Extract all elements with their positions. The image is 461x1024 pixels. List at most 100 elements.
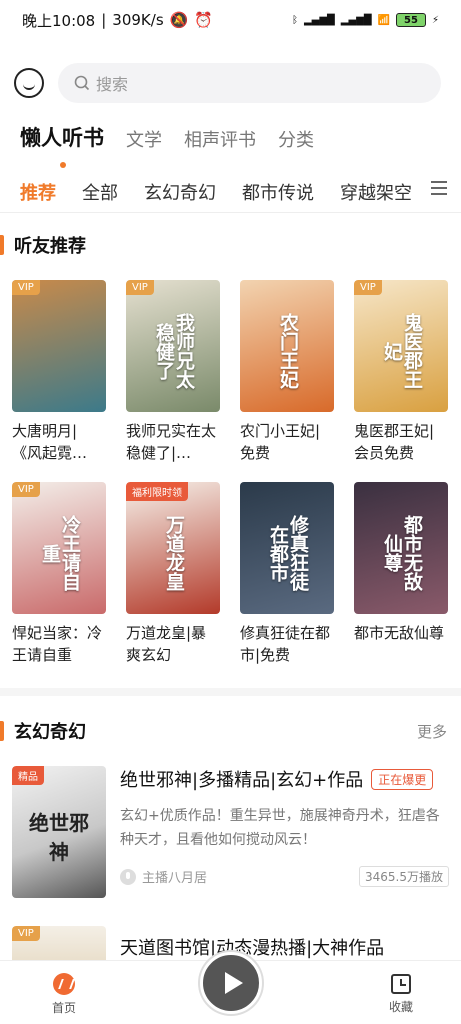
book-title: 修真狂徒在都市|免费 (240, 624, 331, 664)
tab-crosstalk[interactable]: 相声评书 (184, 126, 256, 152)
section-accent-bar (0, 721, 4, 741)
category-tabs: 推荐 全部 玄幻奇幻 都市传说 穿越架空 (20, 172, 461, 212)
promo-badge: 福利限时领 (126, 482, 188, 501)
cat-tab-fantasy[interactable]: 玄幻奇幻 (144, 179, 216, 205)
charging-icon: ⚡ (431, 14, 439, 26)
book-title: 鬼医郡王妃|会员免费 (354, 422, 435, 462)
host-name: 主播八月居 (142, 871, 208, 886)
active-tab-dot (60, 162, 66, 168)
list-item[interactable]: 精品 绝世邪神 绝世邪神|多播精品|玄幻+作品 正在爆更 玄幻+优质作品！重生异… (12, 766, 449, 898)
cover-title-art: 绝世邪神 (29, 811, 89, 864)
search-input[interactable]: 搜索 (58, 63, 441, 103)
bluetooth-icon: ᛒ (291, 14, 298, 26)
tab-lazy-audio[interactable]: 懒人听书 (20, 122, 104, 168)
menu-icon (431, 181, 447, 195)
status-time: 晚上10:08 (22, 11, 96, 30)
book-card[interactable]: VIP 我师兄太稳健了我师兄实在太稳健了|… (126, 280, 220, 464)
cat-tab-recommend[interactable]: 推荐 (20, 179, 56, 205)
book-card[interactable]: 农门王妃农门小王妃|免费 (240, 280, 334, 464)
vip-badge: VIP (12, 280, 40, 295)
home-icon (53, 973, 75, 995)
tab-literature[interactable]: 文学 (126, 126, 162, 152)
cover-title-art: 冷王请自重 (39, 515, 81, 591)
player-button[interactable] (200, 952, 262, 1014)
network-speed: 309K/s (112, 11, 164, 29)
nav-home[interactable]: 首页 (52, 973, 76, 1016)
nav-favorites[interactable]: 收藏 (389, 974, 413, 1015)
book-card[interactable]: 福利限时领万道龙皇万道龙皇|暴爽玄幻 (126, 482, 220, 666)
cover-title-art: 万道龙皇 (162, 515, 185, 591)
book-card[interactable]: VIP 大唐明月|《风起霓… (12, 280, 106, 464)
list-item-meta: 主播八月居 3465.5万播放 (120, 866, 449, 887)
list-item-title: 天道图书馆|动态漫热播|大神作品 (120, 938, 385, 959)
signal-icon: ▂▄▆█ (303, 14, 335, 26)
nav-home-label: 首页 (52, 1001, 77, 1015)
quality-badge: 精品 (12, 766, 44, 785)
search-row: 搜索 (14, 62, 441, 104)
section-divider (0, 688, 461, 696)
vip-badge: VIP (12, 926, 40, 941)
play-icon (224, 972, 243, 994)
vip-badge: VIP (12, 482, 40, 497)
profile-avatar-icon[interactable] (14, 68, 44, 98)
cover-title-art: 鬼医郡王妃 (381, 313, 423, 389)
more-link[interactable]: 更多 (417, 721, 447, 742)
top-tabs: 懒人听书 文学 相声评书 分类 (20, 122, 314, 168)
book-title: 我师兄实在太稳健了|… (126, 422, 217, 462)
battery-icon: 55 (395, 13, 426, 27)
mute-icon: 🔕 (169, 11, 189, 29)
book-title: 农门小王妃|免费 (240, 422, 321, 462)
cat-tab-time-travel[interactable]: 穿越架空 (340, 179, 412, 205)
host-icon (120, 868, 136, 885)
book-cover: 都市无敌仙尊 (354, 482, 448, 614)
list-title-row: 天道图书馆|动态漫热播|大神作品 (120, 934, 449, 960)
book-cover: VIP 冷王请自重 (12, 482, 106, 614)
book-cover: 农门王妃 (240, 280, 334, 412)
list-item-title: 绝世邪神|多播精品|玄幻+作品 (120, 770, 364, 791)
book-title: 万道龙皇|暴爽玄幻 (126, 624, 207, 664)
section-accent-bar (0, 235, 4, 255)
section-header-fantasy: 玄幻奇幻 更多 (0, 716, 461, 746)
wifi-icon: 📶 (377, 14, 390, 26)
alarm-icon: ⏰ (194, 11, 214, 29)
vip-badge: VIP (126, 280, 154, 295)
book-card[interactable]: 修真狂徒在都市修真狂徒在都市|免费 (240, 482, 334, 666)
book-cover: 精品 绝世邪神 (12, 766, 106, 898)
play-count: 3465.5万播放 (359, 866, 449, 887)
cover-title-art: 我师兄太稳健了 (153, 313, 195, 389)
book-title: 大唐明月|《风起霓… (12, 422, 88, 462)
book-cover: VIP 我师兄太稳健了 (126, 280, 220, 412)
section-title: 听友推荐 (14, 236, 86, 257)
cover-title-art: 农门王妃 (276, 313, 299, 389)
list-title-row: 绝世邪神|多播精品|玄幻+作品 正在爆更 (120, 766, 449, 792)
vip-badge: VIP (354, 280, 382, 295)
section-title: 玄幻奇幻 (14, 722, 86, 743)
nav-favorites-label: 收藏 (388, 1000, 413, 1014)
book-cover: 福利限时领万道龙皇 (126, 482, 220, 614)
list-item-description: 玄幻+优质作品！重生异世，施展神奇丹术，狂虐各种天才，且看他如何搅动风云！ (120, 808, 440, 848)
book-grid: VIP 大唐明月|《风起霓… VIP 我师兄太稳健了 我师兄实在太稳健了|… 农门王妃 农门… (12, 280, 449, 666)
book-card[interactable]: VIP 冷王请自重悍妃当家：冷王请自重 (12, 482, 106, 666)
book-card[interactable]: VIP 鬼医郡王妃鬼医郡王妃|会员免费 (354, 280, 448, 464)
book-cover: VIP 鬼医郡王妃 (354, 280, 448, 412)
search-icon (74, 75, 90, 91)
book-title: 都市无敌仙尊 (354, 624, 445, 642)
favorites-icon (390, 974, 411, 994)
book-title: 悍妃当家：冷王请自重 (12, 624, 103, 664)
book-cover: VIP (12, 280, 106, 412)
section-header-recommend: 听友推荐 (0, 230, 461, 260)
tab-categories[interactable]: 分类 (278, 126, 314, 152)
cat-tab-urban[interactable]: 都市传说 (242, 179, 314, 205)
status-bar: 晚上10:08 | 309K/s 🔕 ⏰ ᛒ ▂▄▆█ ▂▄▆█ 📶 55 ⚡ (0, 0, 461, 40)
search-placeholder: 搜索 (96, 75, 129, 94)
hot-update-badge: 正在爆更 (371, 768, 434, 790)
divider (0, 212, 461, 213)
signal-icon-2: ▂▄▆█ (340, 14, 372, 26)
book-cover: 修真狂徒在都市 (240, 482, 334, 614)
status-left: 晚上10:08 | 309K/s 🔕 ⏰ (22, 11, 214, 30)
category-menu-button[interactable] (417, 168, 461, 208)
cover-title-art: 都市无敌仙尊 (381, 515, 423, 591)
cat-tab-all[interactable]: 全部 (82, 179, 118, 205)
list-item-body: 绝世邪神|多播精品|玄幻+作品 正在爆更 玄幻+优质作品！重生异世，施展神奇丹术… (120, 766, 449, 898)
book-card[interactable]: 都市无敌仙尊 都市无敌仙尊 (354, 482, 448, 666)
